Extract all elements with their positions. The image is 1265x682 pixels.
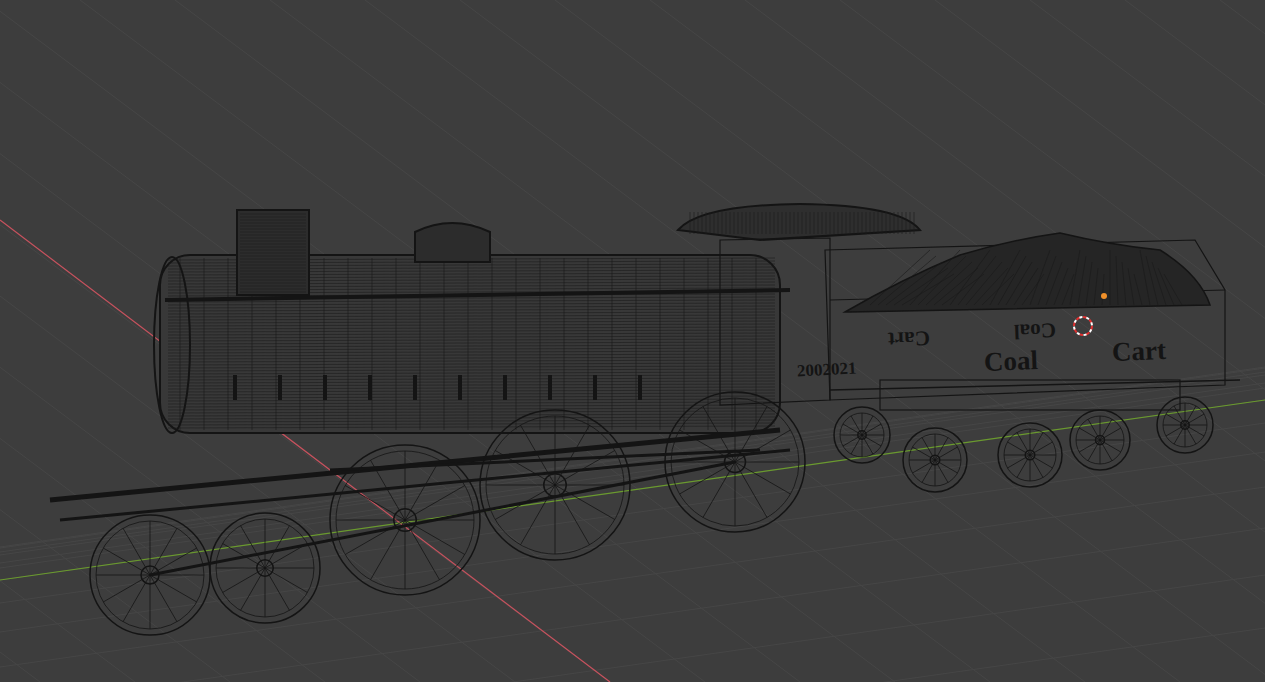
locomotive-wireframe[interactable] bbox=[50, 204, 1240, 635]
model-label: 2002021 bbox=[795, 358, 859, 382]
model-label: Coal bbox=[981, 345, 1040, 379]
coal-pile[interactable] bbox=[845, 233, 1210, 312]
steam-dome[interactable] bbox=[415, 223, 490, 262]
origin-dot bbox=[1101, 293, 1107, 299]
model-label: Cart bbox=[1109, 335, 1168, 369]
wheel[interactable] bbox=[330, 445, 480, 595]
3d-cursor-icon[interactable] bbox=[1074, 317, 1092, 335]
tender-frame bbox=[880, 380, 1180, 410]
wheel[interactable] bbox=[903, 428, 967, 492]
chimney[interactable] bbox=[237, 210, 309, 295]
wheel[interactable] bbox=[998, 423, 1062, 487]
wheel[interactable] bbox=[480, 410, 630, 560]
floor-grid bbox=[0, 0, 1265, 682]
3d-viewport[interactable]: 2002021 Coal Cart Coal Cart bbox=[0, 0, 1265, 682]
cab-roof[interactable] bbox=[678, 204, 920, 240]
wheel[interactable] bbox=[1070, 410, 1130, 470]
model-label: Coal bbox=[1012, 317, 1059, 344]
wheel[interactable] bbox=[1157, 397, 1213, 453]
model-label: Cart bbox=[886, 325, 933, 352]
wheel[interactable] bbox=[210, 513, 320, 623]
wheel[interactable] bbox=[834, 407, 890, 463]
scene-canvas[interactable] bbox=[0, 0, 1265, 682]
